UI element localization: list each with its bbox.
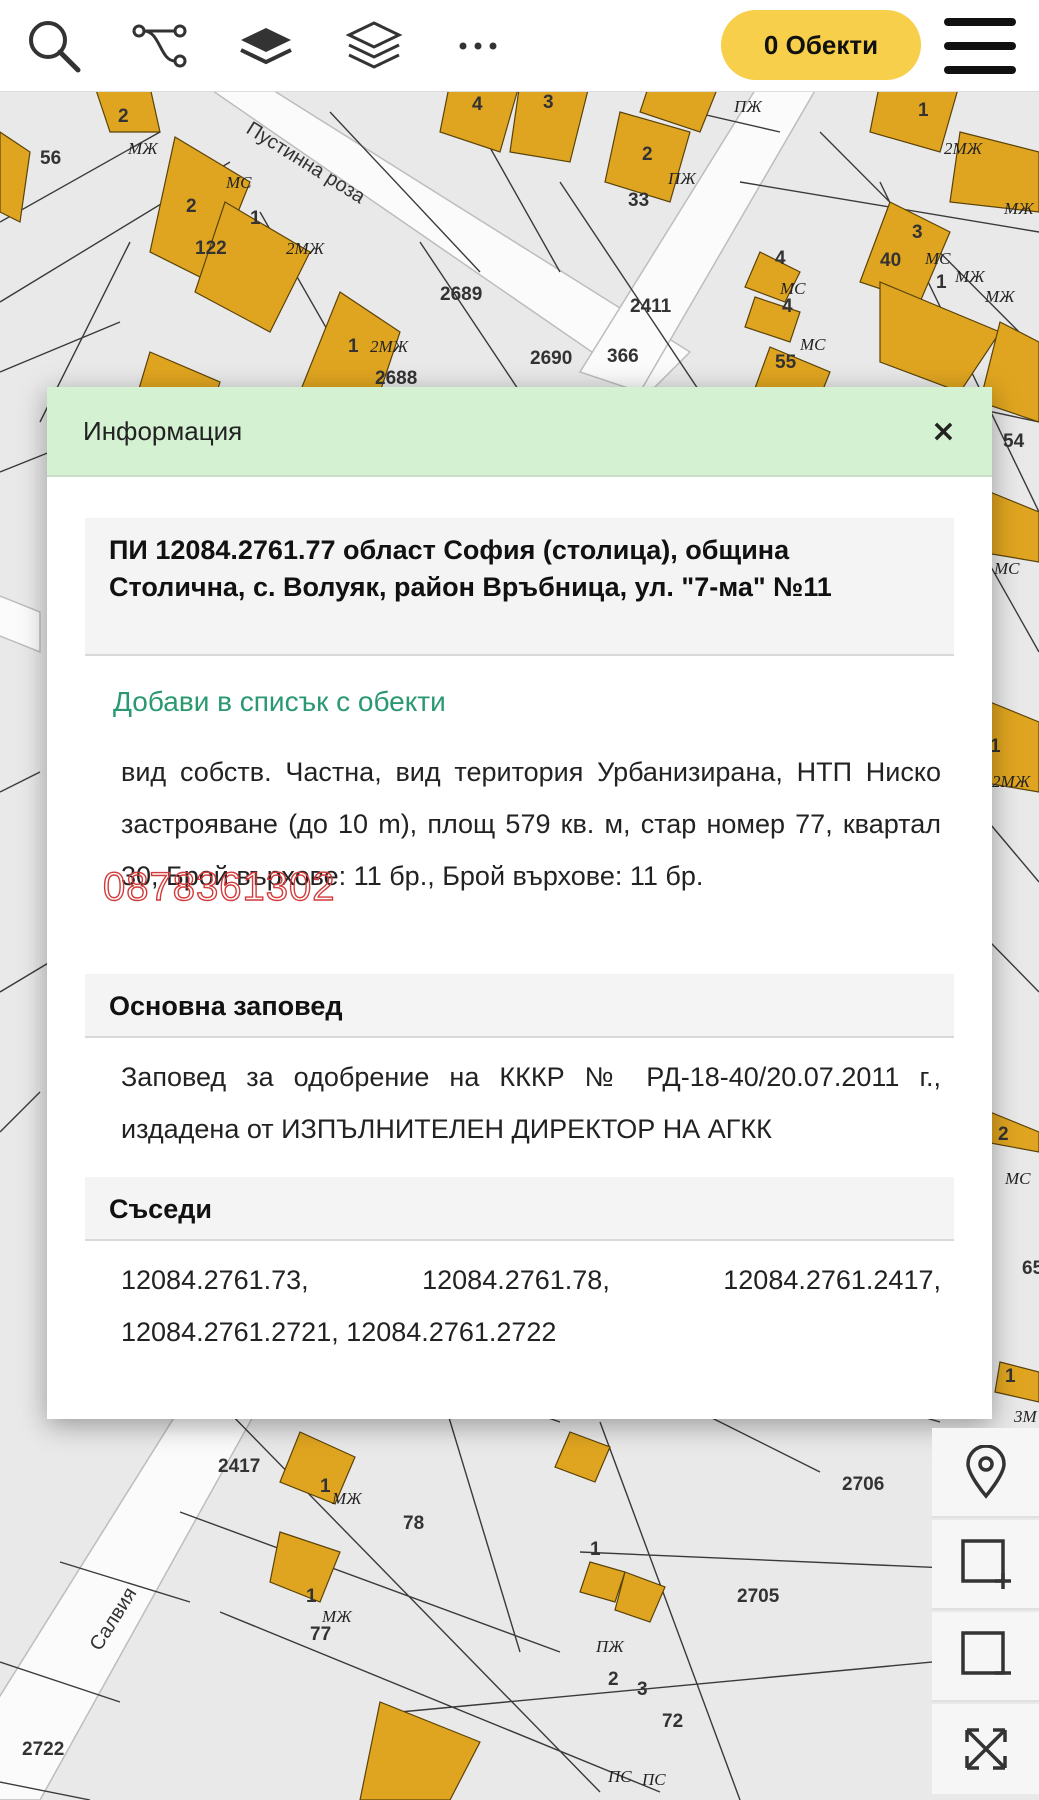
svg-text:2690: 2690 <box>530 348 572 369</box>
svg-text:2417: 2417 <box>218 1456 260 1477</box>
svg-text:2706: 2706 <box>842 1474 884 1495</box>
svg-text:МС: МС <box>993 559 1020 578</box>
info-panel: Информация × ПИ 12084.2761.77 област Соф… <box>47 387 992 1419</box>
map-side-controls <box>932 1428 1039 1800</box>
svg-text:366: 366 <box>607 346 639 367</box>
svg-text:77: 77 <box>310 1624 331 1645</box>
route-icon[interactable] <box>128 14 192 78</box>
svg-text:72: 72 <box>662 1711 683 1732</box>
svg-text:МЖ: МЖ <box>954 267 986 286</box>
svg-text:54: 54 <box>1003 431 1025 452</box>
svg-text:2688: 2688 <box>375 368 417 389</box>
order-text: Заповед за одобрение на КККР № РД-18-40/… <box>121 1062 941 1144</box>
svg-text:3: 3 <box>543 92 554 113</box>
svg-text:78: 78 <box>403 1513 424 1534</box>
svg-text:МЖ: МЖ <box>1003 199 1035 218</box>
menu-icon[interactable] <box>944 18 1016 74</box>
svg-text:ПС: ПС <box>641 1770 666 1789</box>
select-add-icon[interactable] <box>932 1520 1039 1610</box>
svg-text:56: 56 <box>40 148 61 169</box>
parcel-heading: ПИ 12084.2761.77 област София (столица),… <box>85 518 954 656</box>
svg-text:3: 3 <box>637 1679 648 1700</box>
svg-text:МЖ: МЖ <box>984 287 1016 306</box>
svg-text:ПС: ПС <box>607 1767 632 1786</box>
panel-title: Информация <box>83 415 243 446</box>
neighbors-header: Съседи <box>85 1177 954 1241</box>
svg-text:2: 2 <box>642 144 653 165</box>
svg-text:1: 1 <box>1005 1366 1016 1387</box>
svg-text:МЖ: МЖ <box>127 139 159 158</box>
svg-text:2МЖ: 2МЖ <box>944 139 984 158</box>
svg-text:2689: 2689 <box>440 284 482 305</box>
svg-text:40: 40 <box>880 250 901 271</box>
app-screen: 56 122 2689 2688 2690 366 33 2411 40 55 … <box>0 0 1039 1800</box>
svg-text:ПЖ: ПЖ <box>595 1637 625 1656</box>
location-pin-icon[interactable] <box>932 1428 1039 1518</box>
svg-text:1: 1 <box>306 1586 317 1607</box>
svg-text:33: 33 <box>628 190 649 211</box>
svg-text:МС: МС <box>924 249 951 268</box>
svg-text:МЖ: МЖ <box>331 1489 363 1508</box>
svg-text:МЖ: МЖ <box>321 1607 353 1626</box>
layer-filled-icon[interactable] <box>234 14 298 78</box>
svg-text:4: 4 <box>782 296 793 317</box>
objects-counter-button[interactable]: 0 Обекти <box>721 10 921 80</box>
svg-text:2: 2 <box>118 106 129 127</box>
order-header: Основна заповед <box>85 974 954 1038</box>
svg-text:1: 1 <box>590 1539 601 1560</box>
svg-text:55: 55 <box>775 352 797 373</box>
svg-text:1: 1 <box>250 208 261 229</box>
close-button[interactable]: × <box>931 414 956 449</box>
svg-text:2705: 2705 <box>737 1586 780 1607</box>
panel-header: Информация × <box>47 387 992 477</box>
svg-text:2: 2 <box>608 1669 619 1690</box>
add-to-list-link[interactable]: Добави в списък с обекти <box>113 686 446 718</box>
svg-text:2: 2 <box>186 196 197 217</box>
svg-text:3: 3 <box>912 222 923 243</box>
svg-text:2МЖ: 2МЖ <box>992 772 1032 791</box>
svg-text:1: 1 <box>936 272 947 293</box>
neighbors-text: 12084.2761.73, 12084.2761.78, 12084.2761… <box>121 1265 941 1347</box>
svg-text:МС: МС <box>799 335 826 354</box>
svg-text:65: 65 <box>1022 1258 1039 1279</box>
layers-icon[interactable] <box>342 14 406 78</box>
svg-text:МС: МС <box>225 173 252 192</box>
top-toolbar: 0 Обекти <box>0 0 1039 92</box>
more-icon[interactable] <box>446 14 510 78</box>
svg-text:ПЖ: ПЖ <box>733 97 763 116</box>
svg-text:2722: 2722 <box>22 1739 64 1760</box>
svg-text:1: 1 <box>320 1476 331 1497</box>
svg-text:2: 2 <box>998 1124 1009 1145</box>
svg-text:4: 4 <box>472 94 483 115</box>
svg-text:122: 122 <box>195 238 227 259</box>
svg-text:ПЖ: ПЖ <box>667 169 697 188</box>
select-remove-icon[interactable] <box>932 1612 1039 1702</box>
svg-text:МС: МС <box>779 279 806 298</box>
svg-text:2МЖ: 2МЖ <box>370 337 410 356</box>
search-icon[interactable] <box>22 14 86 78</box>
fullscreen-icon[interactable] <box>932 1704 1039 1794</box>
svg-text:1: 1 <box>348 336 359 357</box>
svg-text:3М: 3М <box>1013 1407 1038 1426</box>
svg-text:1: 1 <box>918 100 929 121</box>
svg-text:2МЖ: 2МЖ <box>286 239 326 258</box>
phone-watermark: 0878361302 <box>102 864 336 909</box>
svg-text:4: 4 <box>775 248 786 269</box>
svg-text:МС: МС <box>1004 1169 1031 1188</box>
svg-text:2411: 2411 <box>630 296 672 317</box>
